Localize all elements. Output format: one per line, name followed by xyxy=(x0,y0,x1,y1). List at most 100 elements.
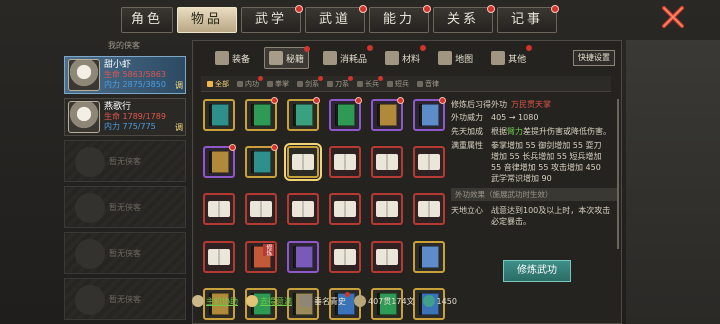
notification-dot xyxy=(271,144,278,152)
hero-tag: 调 xyxy=(175,123,183,132)
book-slot[interactable] xyxy=(287,97,320,131)
book-slot[interactable] xyxy=(203,144,236,179)
category-tabs: 装备 秘籍 消耗品 材料 地图 其他 xyxy=(211,45,533,69)
tab-6[interactable]: 记事 xyxy=(497,5,559,33)
max-label: 满重属性 xyxy=(451,141,483,150)
notification-dot xyxy=(258,75,263,81)
category-tab-0[interactable]: 装备 xyxy=(211,47,254,69)
filter-5[interactable]: 长兵 xyxy=(357,75,383,89)
book-slot[interactable] xyxy=(287,240,319,273)
filter-1[interactable]: 内功 xyxy=(237,75,263,89)
filter-0[interactable]: 全部 xyxy=(207,79,229,89)
train-skill-button[interactable]: 修炼武功 xyxy=(503,260,571,282)
category-tab-3[interactable]: 材料 xyxy=(381,45,427,69)
gem-label: 1450 xyxy=(436,296,457,306)
book-slot[interactable] xyxy=(413,240,445,273)
book-icon xyxy=(209,104,229,126)
book-icon xyxy=(293,245,313,268)
filter-3[interactable]: 剑系 xyxy=(297,75,323,89)
notification-dot xyxy=(420,45,427,51)
coin-icon xyxy=(354,295,366,307)
book-slot[interactable] xyxy=(371,240,403,273)
open-book-icon xyxy=(418,154,440,171)
notification-dot xyxy=(439,97,446,104)
attribute-line: 55 音律增加 55 攻击增加 450 xyxy=(491,163,601,172)
hero-card[interactable]: 甜小虾 生命 5863/5863 内力 2875/3850 调 xyxy=(64,56,186,94)
book-slot[interactable] xyxy=(371,193,403,226)
book-slot[interactable] xyxy=(284,143,322,182)
checkbox-icon xyxy=(267,80,273,87)
notification-dot xyxy=(229,144,236,152)
book-slot[interactable] xyxy=(413,97,446,131)
filter-label: 剑系 xyxy=(305,79,319,88)
notification-dot xyxy=(295,5,303,13)
category-tab-2[interactable]: 消耗品 xyxy=(319,45,374,69)
filter-2[interactable]: 拳掌 xyxy=(267,79,289,89)
book-slot[interactable] xyxy=(245,193,277,226)
filter-6[interactable]: 短兵 xyxy=(387,79,409,89)
satisfied-label: 去得意满 xyxy=(260,296,292,306)
bag-icon xyxy=(491,51,506,65)
book-grid: 修炼 xyxy=(203,97,446,324)
book-slot[interactable] xyxy=(203,240,235,273)
book-slot[interactable] xyxy=(371,146,403,179)
item-detail: 修炼后习得外功 万民贯天掌 外功威力 405 → 1080 先天加成 根据臂力差… xyxy=(451,99,617,323)
book-slot[interactable] xyxy=(413,193,445,226)
category-tab-1[interactable]: 秘籍 xyxy=(264,46,311,69)
book-slot[interactable] xyxy=(203,193,235,226)
book-slot[interactable] xyxy=(329,97,362,131)
tab-0[interactable]: 角色 xyxy=(121,7,173,33)
bottom-bar: 主机协助 去得意满 垂名青史 407贯174文 1450 xyxy=(192,292,622,310)
flower-icon xyxy=(192,295,204,307)
book-slot[interactable] xyxy=(329,193,361,226)
empty-hero-slot[interactable]: 暂无侠客 xyxy=(64,140,186,182)
hero-hp: 生命 5863/5863 xyxy=(104,70,166,79)
tab-3[interactable]: 武道 xyxy=(305,5,367,33)
category-tab-5[interactable]: 其他 xyxy=(487,45,533,69)
inventory-screen: { "top_tabs": [ {"label": "角色", "active"… xyxy=(0,0,720,324)
book-slot[interactable] xyxy=(329,240,361,273)
effect-text: 战意达到100及以上时，本次攻击必定暴击。 xyxy=(491,206,611,226)
book-slot[interactable] xyxy=(245,97,278,131)
innate-attr: 臂力 xyxy=(507,127,523,136)
book-slot[interactable] xyxy=(413,146,445,179)
filter-label: 长兵 xyxy=(365,79,379,88)
tab-5[interactable]: 关系 xyxy=(433,5,495,33)
checkbox-icon xyxy=(327,80,333,87)
book-icon xyxy=(251,104,271,126)
notification-dot xyxy=(423,5,431,13)
category-label: 装备 xyxy=(232,54,251,65)
tab-1[interactable]: 物品 xyxy=(177,7,237,33)
book-slot[interactable]: 修炼 xyxy=(245,240,277,273)
assist-link[interactable]: 主机协助 xyxy=(192,295,238,307)
open-book-icon xyxy=(292,154,314,171)
main-tab-bar: 角色 物品 武学 武道 能力 关系 记事 xyxy=(121,5,607,33)
power-label: 外功威力 xyxy=(451,113,483,122)
tab-2[interactable]: 武学 xyxy=(241,5,303,33)
empty-hero-slot[interactable]: 暂无侠客 xyxy=(64,232,186,274)
book-slot[interactable] xyxy=(371,97,404,131)
book-icon xyxy=(377,104,397,126)
category-tab-4[interactable]: 地图 xyxy=(434,47,477,69)
fame-link[interactable]: 垂名青史 xyxy=(300,292,350,307)
quick-settings-button[interactable]: 快捷设置 xyxy=(573,50,615,66)
checkbox-icon xyxy=(237,80,243,87)
book-slot[interactable] xyxy=(287,193,319,226)
book-icon xyxy=(335,104,355,126)
detail-scrollbar[interactable] xyxy=(617,99,619,249)
book-slot[interactable] xyxy=(245,144,278,179)
avatar xyxy=(68,59,100,91)
filter-7[interactable]: 音律 xyxy=(417,79,439,89)
book-slot[interactable] xyxy=(203,99,235,131)
book-icon xyxy=(209,151,229,174)
roster-title: 我的侠客 xyxy=(108,41,140,50)
hero-card[interactable]: 燕歌行 生命 1789/1789 内力 775/775 调 xyxy=(64,98,186,136)
tab-4[interactable]: 能力 xyxy=(369,5,431,33)
empty-hero-slot[interactable]: 暂无侠客 xyxy=(64,278,186,320)
empty-hero-slot[interactable]: 暂无侠客 xyxy=(64,186,186,228)
notification-dot xyxy=(551,5,559,13)
book-slot[interactable] xyxy=(329,146,361,179)
satisfied-link[interactable]: 去得意满 xyxy=(246,295,292,307)
filter-4[interactable]: 刀系 xyxy=(327,75,353,89)
close-icon[interactable] xyxy=(660,4,686,30)
